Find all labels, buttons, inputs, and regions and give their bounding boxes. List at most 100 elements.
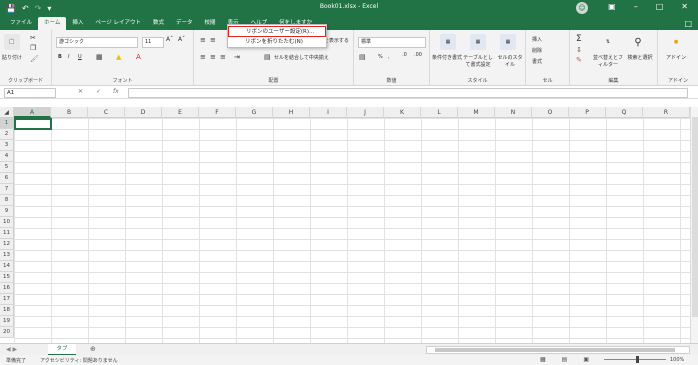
row-header[interactable]: 17 (0, 294, 14, 305)
fill-color-icon[interactable]: ▲ (116, 53, 121, 61)
search-icon[interactable]: ⚲ (630, 34, 646, 50)
normal-view-icon[interactable]: ▦ (540, 356, 546, 363)
format-as-table-label[interactable]: テーブルとして書式設定 (462, 54, 494, 68)
column-header[interactable]: H (273, 107, 310, 118)
add-sheet-icon[interactable]: ⊕ (90, 345, 96, 353)
tab-file[interactable]: ファイル (4, 17, 38, 30)
column-header[interactable]: F (199, 107, 236, 118)
active-cell[interactable] (14, 118, 52, 130)
addin-icon[interactable]: ● (668, 34, 684, 50)
insert-cells-button[interactable]: 挿入 (532, 36, 542, 43)
row-header[interactable]: 8 (0, 195, 14, 206)
bold-button[interactable]: B (58, 54, 62, 60)
cancel-icon[interactable]: ✕ (78, 88, 83, 95)
column-header[interactable]: G (236, 107, 273, 118)
zoom-slider-knob[interactable] (636, 356, 639, 363)
delete-cells-button[interactable]: 削除 (532, 47, 542, 54)
tab-home[interactable]: ホーム (38, 17, 67, 30)
cell-styles-icon[interactable]: ▦ (500, 34, 516, 50)
row-header[interactable]: 18 (0, 305, 14, 316)
format-as-table-icon[interactable]: ▦ (470, 34, 486, 50)
sort-filter-icon[interactable]: ⇅ (600, 34, 616, 50)
align-top-icon[interactable]: ≡ (200, 36, 206, 44)
name-box[interactable]: A1 (4, 88, 56, 98)
row-header[interactable]: 5 (0, 162, 14, 173)
format-painter-icon[interactable]: 🖌 (30, 55, 39, 63)
shrink-font-icon[interactable]: Aˇ (178, 36, 185, 43)
row-header[interactable]: 4 (0, 151, 14, 162)
autosum-icon[interactable]: Σ (576, 34, 582, 44)
align-left-icon[interactable]: ≡ (200, 53, 206, 61)
font-name-box[interactable]: 游ゴシック (56, 37, 138, 48)
formula-input[interactable] (128, 88, 688, 98)
comments-icon[interactable]: □ (684, 19, 692, 28)
paste-icon[interactable]: 📋 (4, 34, 20, 50)
maximize-icon[interactable]: □ (656, 2, 664, 11)
align-middle-icon[interactable]: ≡ (210, 36, 216, 44)
row-header[interactable]: 16 (0, 283, 14, 294)
column-header[interactable]: J (347, 107, 384, 118)
increase-decimal-icon[interactable]: .0 (402, 52, 407, 58)
close-icon[interactable]: ✕ (681, 2, 688, 11)
row-header[interactable]: 20 (0, 327, 14, 338)
vertical-scroll-thumb[interactable] (692, 117, 698, 317)
tab-page-layout[interactable]: ページ レイアウト (89, 17, 147, 30)
collapse-ribbon-item[interactable]: リボンを折りたたむ(N) (228, 37, 326, 48)
percent-button[interactable]: % (378, 54, 383, 60)
row-header[interactable]: 13 (0, 250, 14, 261)
column-header[interactable]: I (310, 107, 347, 118)
page-break-view-icon[interactable]: ▣ (583, 356, 589, 363)
row-header[interactable]: 10 (0, 217, 14, 228)
column-header[interactable]: P (569, 107, 606, 118)
align-center-icon[interactable]: ≡ (210, 53, 216, 61)
clear-icon[interactable]: ✎ (576, 56, 582, 64)
zoom-level[interactable]: 100% (670, 357, 684, 363)
font-size-box[interactable]: 11 (142, 37, 164, 48)
paste-label[interactable]: 貼り付け (2, 54, 22, 61)
copy-icon[interactable]: ❐ (30, 44, 36, 52)
fill-icon[interactable]: ⇩ (576, 46, 582, 54)
vertical-scrollbar[interactable] (690, 107, 698, 343)
tab-data[interactable]: データ (170, 17, 199, 30)
enter-icon[interactable]: ✓ (96, 88, 101, 95)
page-layout-view-icon[interactable]: ▤ (562, 356, 568, 363)
addin-label[interactable]: アドイン (666, 54, 686, 61)
cell-area[interactable] (14, 118, 690, 343)
insert-function-icon[interactable]: fx (113, 88, 119, 95)
zoom-slider[interactable] (604, 359, 666, 360)
merge-center-button[interactable]: セルを結合して中央揃え (274, 54, 329, 61)
row-header[interactable]: 9 (0, 206, 14, 217)
column-header[interactable]: D (125, 107, 162, 118)
row-header[interactable]: 19 (0, 316, 14, 327)
merge-icon[interactable]: ▤ (264, 53, 271, 61)
column-header[interactable]: Q (606, 107, 643, 118)
conditional-format-icon[interactable]: ▦ (440, 34, 456, 50)
horizontal-scroll-thumb[interactable] (435, 348, 675, 352)
column-header[interactable]: L (421, 107, 458, 118)
column-header[interactable]: N (495, 107, 532, 118)
italic-button[interactable]: I (68, 54, 69, 60)
tab-formulas[interactable]: 数式 (147, 17, 170, 30)
user-avatar[interactable]: ☺ (576, 2, 588, 14)
font-color-icon[interactable]: A (136, 53, 141, 61)
row-header[interactable]: 14 (0, 261, 14, 272)
conditional-format-label[interactable]: 条件付き書式 (432, 54, 462, 61)
column-header[interactable]: E (162, 107, 199, 118)
decrease-decimal-icon[interactable]: .00 (414, 52, 422, 58)
format-cells-button[interactable]: 書式 (532, 58, 542, 65)
tab-insert[interactable]: 挿入 (66, 17, 89, 30)
row-header[interactable]: 11 (0, 228, 14, 239)
row-header[interactable]: 2 (0, 129, 14, 140)
column-header[interactable]: B (51, 107, 88, 118)
accessibility-status[interactable]: アクセシビリティ: 問題ありません (40, 357, 118, 364)
horizontal-scrollbar[interactable] (426, 346, 690, 354)
column-header[interactable]: M (458, 107, 495, 118)
row-header[interactable]: 12 (0, 239, 14, 250)
column-header[interactable]: R (643, 107, 690, 118)
ribbon-display-icon[interactable]: ▣ (608, 2, 616, 11)
column-header[interactable]: A (14, 107, 51, 118)
cut-icon[interactable]: ✂ (30, 34, 36, 42)
grow-font-icon[interactable]: Aˆ (166, 36, 173, 43)
select-all-corner[interactable]: ◢ (0, 107, 14, 118)
number-format-box[interactable]: 標準 (358, 37, 426, 48)
